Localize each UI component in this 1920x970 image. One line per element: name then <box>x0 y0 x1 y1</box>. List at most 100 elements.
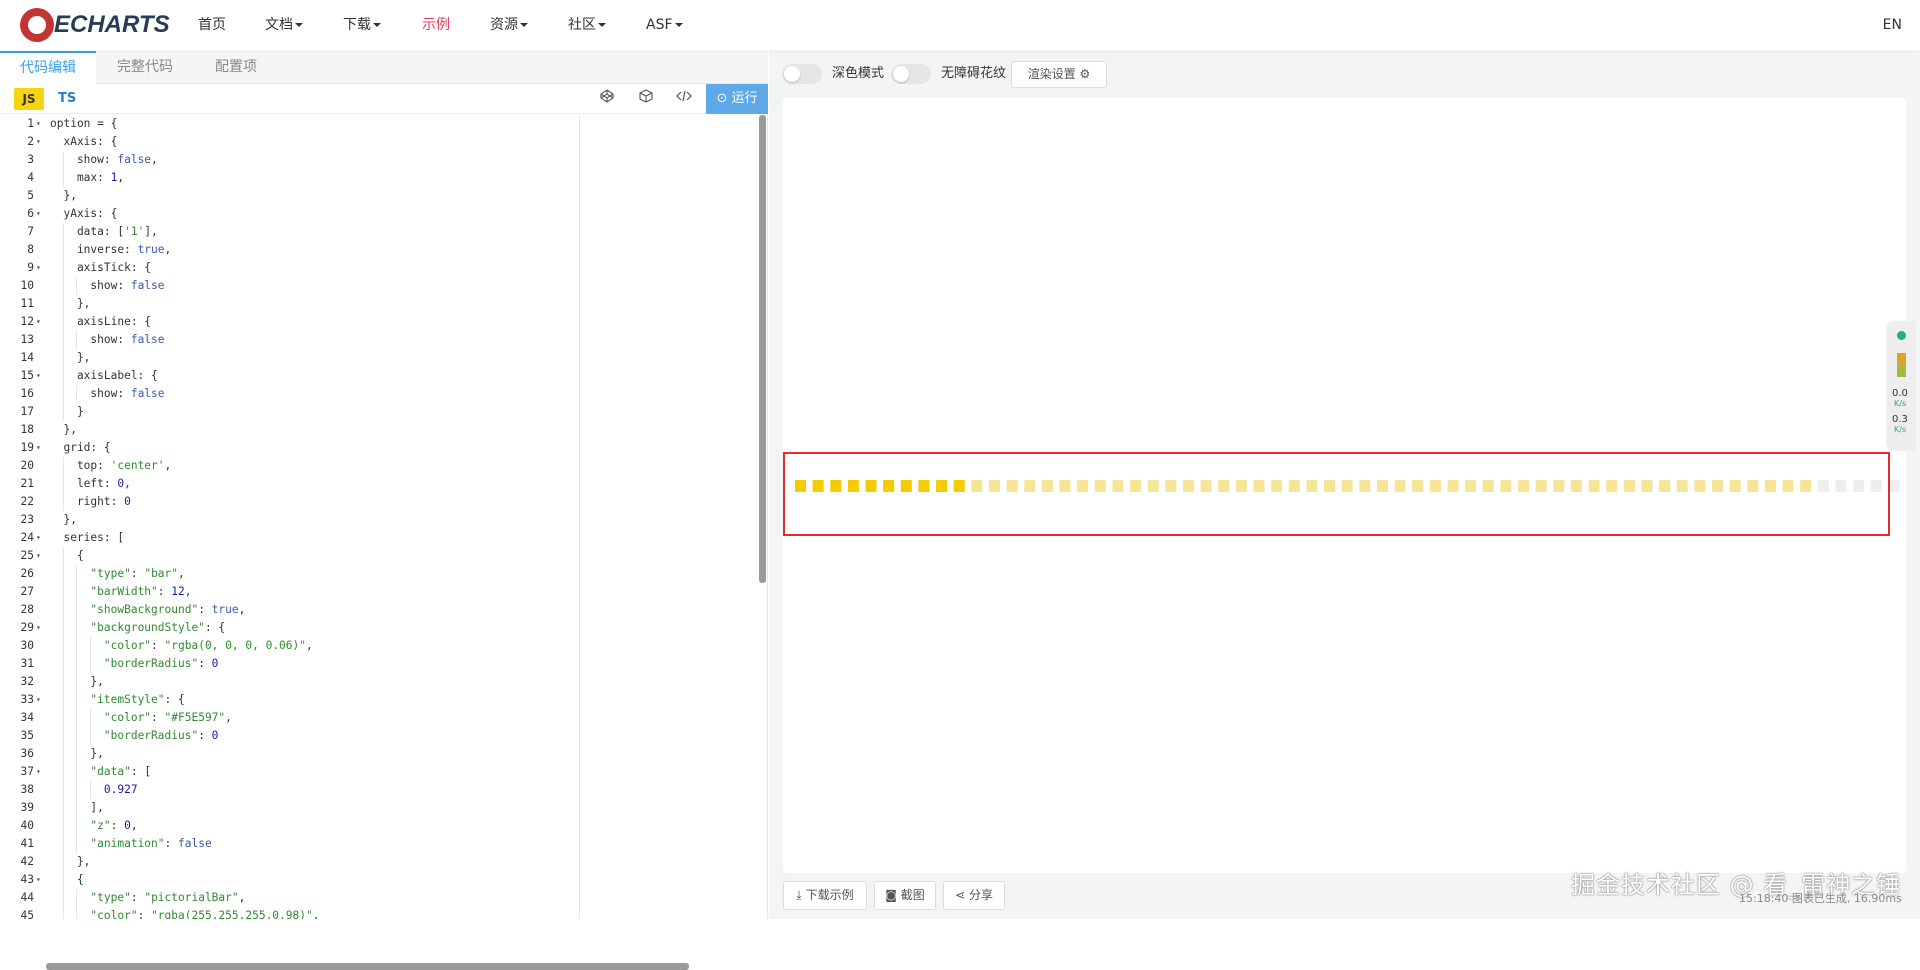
code-line: show: false, <box>50 153 158 166</box>
fold-toggle-icon[interactable]: ▾ <box>36 259 46 277</box>
caret-down-icon <box>295 23 303 27</box>
line-number: 23 <box>20 513 34 526</box>
code-line: max: 1, <box>50 171 125 184</box>
code-line: ], <box>50 801 104 814</box>
fold-toggle-icon[interactable]: ▾ <box>36 619 46 637</box>
caret-down-icon <box>373 23 381 27</box>
tab-options[interactable]: 配置项 <box>194 51 278 84</box>
line-number: 17 <box>20 405 34 418</box>
fold-toggle-icon[interactable]: ▾ <box>36 439 46 457</box>
code-line: } <box>50 405 84 418</box>
nav-item-2[interactable]: 下载 <box>343 0 381 50</box>
line-number: 22 <box>20 495 34 508</box>
code-line: "z": 0, <box>90 819 138 832</box>
code-content[interactable]: option = { xAxis: { show: false, max: 1,… <box>48 115 768 919</box>
fold-toggle-icon[interactable]: ▾ <box>36 205 46 223</box>
accessibility-pattern-label: 无障碍花纹 <box>941 66 1007 81</box>
code-line: right: 0 <box>50 495 131 508</box>
line-number: 35 <box>20 729 34 742</box>
tab-full-code[interactable]: 完整代码 <box>96 51 194 84</box>
echarts-logo[interactable]: ECHARTS <box>20 8 170 42</box>
editor-vertical-scrollbar[interactable] <box>759 115 766 583</box>
line-number: 8 <box>27 243 34 256</box>
run-button-label: 运行 <box>731 91 758 106</box>
line-number: 28 <box>20 603 34 616</box>
line-number: 13 <box>20 333 34 346</box>
fold-toggle-icon[interactable]: ▾ <box>36 529 46 547</box>
code-line: "animation": false <box>90 837 212 850</box>
code-line: axisLine: { <box>50 315 152 328</box>
fold-toggle-icon[interactable]: ▾ <box>36 547 46 565</box>
preview-panel: 深色模式 无障碍花纹 渲染设置 ⚙ 0.0 K/s 0.3 K/s ⤓ 下载示例… <box>769 51 1920 919</box>
line-number: 27 <box>20 585 34 598</box>
line-number: 43 <box>20 873 34 886</box>
network-speed-widget: 0.0 K/s 0.3 K/s <box>1886 321 1916 451</box>
caret-down-icon <box>598 23 606 27</box>
line-number: 33 <box>20 693 34 706</box>
line-number: 37 <box>20 765 34 778</box>
line-number-gutter: 1 ▾ 2 ▾ 3 4 5 6 ▾ 7 8 9 ▾ 10 11 12 ▾ 13 14 15 ▾ 16 17 18 19 ▾ 20 21… <box>0 115 48 919</box>
editor-tabs: 代码编辑 完整代码 配置项 <box>0 51 768 84</box>
download-example-label: 下载示例 <box>805 888 854 902</box>
share-button[interactable]: ⋖ 分享 <box>943 881 1005 910</box>
run-button[interactable]: ⊙ 运行 <box>706 84 768 114</box>
code-line: show: false <box>50 279 165 292</box>
top-navbar: ECHARTS 首页 文档 下载 示例 资源 社区 ASF EN <box>0 0 1920 50</box>
print-margin-line <box>579 115 580 919</box>
tab-code-edit[interactable]: 代码编辑 <box>0 51 96 84</box>
codepen-icon[interactable] <box>597 89 617 109</box>
line-number: 44 <box>20 891 34 904</box>
screenshot-button[interactable]: ◙ 截图 <box>874 881 936 910</box>
code-line: xAxis: { <box>50 135 118 148</box>
fold-toggle-icon[interactable]: ▾ <box>36 115 46 133</box>
line-number: 38 <box>20 783 34 796</box>
fold-toggle-icon[interactable]: ▾ <box>36 367 46 385</box>
code-line: "data": [ <box>90 765 152 778</box>
accessibility-pattern-toggle[interactable] <box>891 64 931 84</box>
code-line: show: false <box>50 333 165 346</box>
line-number: 10 <box>20 279 34 292</box>
language-switch[interactable]: EN <box>1883 0 1902 50</box>
download-example-button[interactable]: ⤓ 下载示例 <box>783 881 867 910</box>
line-number: 32 <box>20 675 34 688</box>
code-icon[interactable] <box>674 89 694 109</box>
dark-mode-toggle[interactable] <box>782 64 822 84</box>
nav-item-0[interactable]: 首页 <box>198 0 226 50</box>
fold-toggle-icon[interactable]: ▾ <box>36 133 46 151</box>
nav-item-1[interactable]: 文档 <box>265 0 303 50</box>
code-line: "barWidth": 12, <box>90 585 192 598</box>
camera-icon: ◙ <box>885 888 897 902</box>
fold-toggle-icon[interactable]: ▾ <box>36 691 46 709</box>
fold-toggle-icon[interactable]: ▾ <box>36 313 46 331</box>
code-line: grid: { <box>50 441 111 454</box>
js-language-button[interactable]: JS <box>14 88 44 110</box>
line-number: 42 <box>20 855 34 868</box>
nav-item-label: 示例 <box>422 17 450 33</box>
nav-item-3[interactable]: 示例 <box>422 0 450 50</box>
codesandbox-icon[interactable] <box>636 89 656 109</box>
nav-item-5[interactable]: 社区 <box>568 0 606 50</box>
code-line: { <box>50 873 84 886</box>
dark-mode-label: 深色模式 <box>832 66 885 81</box>
ts-language-button[interactable]: TS <box>58 88 76 110</box>
code-line: }, <box>50 675 104 688</box>
code-line: top: 'center', <box>50 459 172 472</box>
code-line: "borderRadius": 0 <box>103 729 219 742</box>
fold-toggle-icon[interactable]: ▾ <box>36 871 46 889</box>
share-label: 分享 <box>968 888 993 902</box>
fold-toggle-icon[interactable]: ▾ <box>36 763 46 781</box>
nav-item-label: 下载 <box>343 17 371 33</box>
nav-item-6[interactable]: ASF <box>646 0 683 50</box>
code-line: data: ['1'], <box>50 225 158 238</box>
language-toolbar: JS TS ⊙ 运行 <box>0 84 768 114</box>
render-settings-button[interactable]: 渲染设置 ⚙ <box>1011 61 1107 88</box>
line-number: 26 <box>20 567 34 580</box>
editor-horizontal-scrollbar[interactable] <box>46 963 689 970</box>
line-number: 12 <box>20 315 34 328</box>
code-line: "type": "pictorialBar", <box>90 891 246 904</box>
code-line: }, <box>50 351 91 364</box>
nav-item-label: ASF <box>646 17 673 33</box>
code-editor[interactable]: 1 ▾ 2 ▾ 3 4 5 6 ▾ 7 8 9 ▾ 10 11 12 ▾ 13 14 15 ▾ 16 17 18 19 ▾ 20 21… <box>0 115 768 919</box>
code-line: axisLabel: { <box>50 369 158 382</box>
nav-item-4[interactable]: 资源 <box>490 0 528 50</box>
